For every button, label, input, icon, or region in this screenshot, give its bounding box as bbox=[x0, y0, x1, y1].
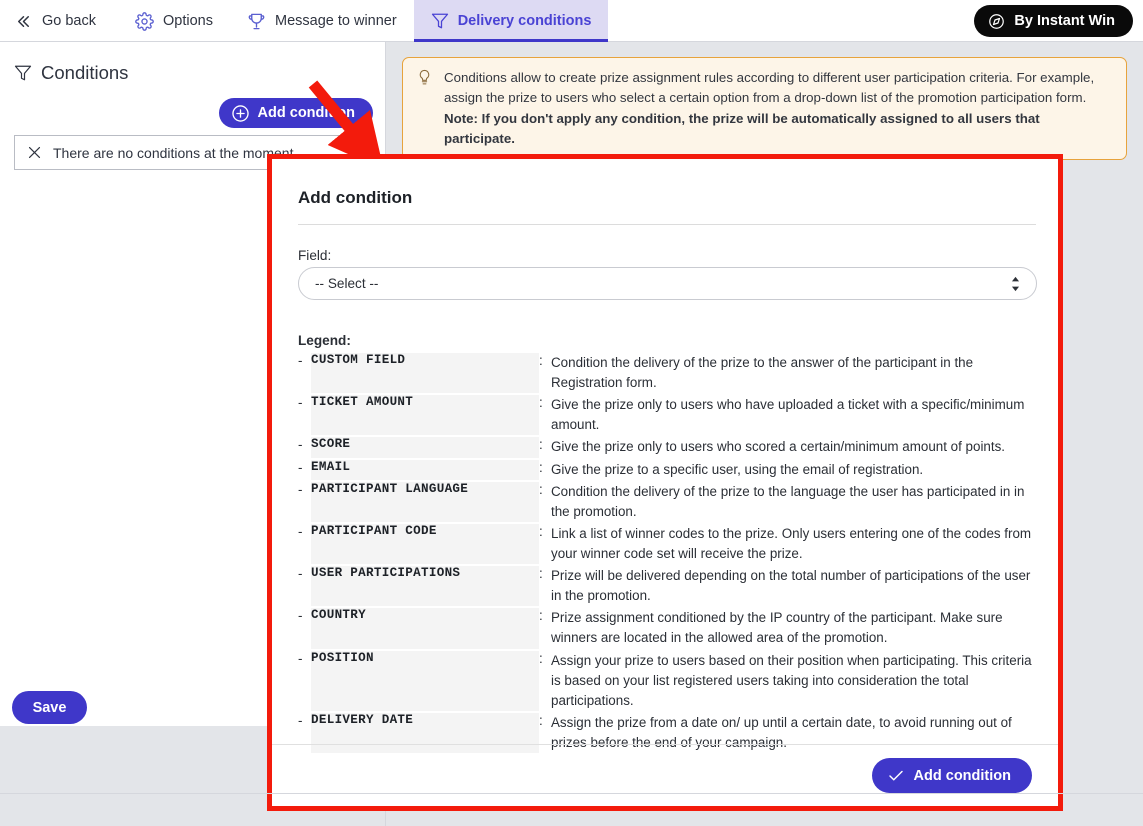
legend-term: COUNTRY bbox=[311, 608, 539, 649]
chevron-updown-icon bbox=[1011, 276, 1020, 292]
table-row: - POSITION : Assign your prize to users … bbox=[298, 650, 1038, 711]
page-bottom-divider bbox=[0, 793, 1143, 794]
legend-description: Assign your prize to users based on thei… bbox=[551, 652, 1032, 708]
legend-description: Prize assignment conditioned by the IP c… bbox=[551, 610, 1003, 646]
add-condition-button[interactable]: Add condition bbox=[218, 98, 373, 128]
close-x-icon bbox=[26, 144, 43, 161]
save-button-label: Save bbox=[32, 699, 67, 716]
info-callout-note: Note: If you don't apply any condition, … bbox=[444, 111, 1040, 146]
legend-table: - CUSTOM FIELD : Condition the delivery … bbox=[298, 351, 1038, 755]
legend-term: EMAIL bbox=[311, 459, 539, 480]
legend-description: Condition the delivery of the prize to t… bbox=[551, 483, 1025, 519]
table-row: - CUSTOM FIELD : Condition the delivery … bbox=[298, 353, 1038, 394]
table-row: - SCORE : Give the prize only to users w… bbox=[298, 437, 1038, 458]
legend-description: Assign the prize from a date on/ up unti… bbox=[551, 714, 1012, 750]
legend-colon: : bbox=[539, 650, 543, 666]
legend-colon: : bbox=[539, 353, 543, 368]
legend-dash: - bbox=[298, 608, 303, 624]
chevrons-left-icon bbox=[14, 12, 33, 31]
compass-icon bbox=[988, 13, 1005, 30]
conditions-heading: Conditions bbox=[14, 62, 128, 84]
legend-colon: : bbox=[539, 459, 543, 475]
legend-dash: - bbox=[298, 650, 303, 666]
legend-dash: - bbox=[298, 566, 303, 582]
legend-label: Legend: bbox=[298, 333, 351, 348]
legend-term: PARTICIPANT LANGUAGE bbox=[311, 481, 539, 522]
by-instant-win-label: By Instant Win bbox=[1014, 13, 1115, 29]
legend-colon: : bbox=[539, 566, 543, 582]
field-select-value: -- Select -- bbox=[315, 276, 379, 291]
legend-colon: : bbox=[539, 437, 543, 453]
trophy-icon bbox=[247, 12, 266, 31]
table-row: - USER PARTICIPATIONS : Prize will be de… bbox=[298, 566, 1038, 607]
no-conditions-text: There are no conditions at the moment. bbox=[53, 144, 298, 161]
modal-title: Add condition bbox=[298, 188, 413, 207]
legend-term: DELIVERY DATE bbox=[311, 712, 539, 754]
table-row: - COUNTRY : Prize assignment conditioned… bbox=[298, 608, 1038, 649]
legend-description: Prize will be delivered depending on the… bbox=[551, 568, 1031, 604]
legend-dash: - bbox=[298, 437, 303, 453]
gear-icon bbox=[135, 11, 154, 31]
legend-dash: - bbox=[298, 459, 303, 475]
nav-label-go-back: Go back bbox=[42, 13, 96, 29]
conditions-title: Conditions bbox=[41, 62, 129, 83]
legend-term: CUSTOM FIELD bbox=[311, 353, 539, 394]
legend-colon: : bbox=[539, 712, 543, 728]
check-icon bbox=[887, 767, 905, 785]
legend-colon: : bbox=[539, 523, 543, 539]
table-row: - PARTICIPANT LANGUAGE : Condition the d… bbox=[298, 481, 1038, 522]
legend-colon: : bbox=[539, 481, 543, 497]
table-row: - TICKET AMOUNT : Give the prize only to… bbox=[298, 395, 1038, 436]
legend-table-body: - CUSTOM FIELD : Condition the delivery … bbox=[298, 353, 1038, 754]
legend-colon: : bbox=[539, 395, 543, 411]
modal-add-condition-label: Add condition bbox=[913, 767, 1011, 784]
top-navigation-bar: Go back Options Message to winner Delive… bbox=[0, 0, 1143, 42]
modal-add-condition-button[interactable]: Add condition bbox=[871, 758, 1032, 793]
field-label: Field: bbox=[298, 248, 332, 263]
nav-item-go-back[interactable]: Go back bbox=[0, 0, 118, 42]
lightbulb-icon bbox=[416, 69, 433, 86]
legend-term: SCORE bbox=[311, 437, 539, 458]
legend-dash: - bbox=[298, 395, 303, 411]
save-button[interactable]: Save bbox=[12, 691, 87, 724]
filter-icon bbox=[431, 12, 449, 30]
legend-term: POSITION bbox=[311, 650, 539, 711]
legend-dash: - bbox=[298, 353, 303, 368]
legend-dash: - bbox=[298, 712, 303, 728]
nav-item-message-to-winner[interactable]: Message to winner bbox=[230, 0, 414, 42]
legend-dash: - bbox=[298, 523, 303, 539]
table-row: - PARTICIPANT CODE : Link a list of winn… bbox=[298, 523, 1038, 565]
legend-term: USER PARTICIPATIONS bbox=[311, 566, 539, 607]
table-row: - DELIVERY DATE : Assign the prize from … bbox=[298, 712, 1038, 754]
by-instant-win-button[interactable]: By Instant Win bbox=[974, 5, 1133, 37]
nav-label-message-to-winner: Message to winner bbox=[274, 13, 397, 29]
info-callout-paragraph: Conditions allow to create prize assignm… bbox=[444, 70, 1095, 105]
nav-label-delivery-conditions: Delivery conditions bbox=[457, 13, 592, 29]
add-condition-modal: Add condition Field: -- Select -- Legend… bbox=[267, 154, 1063, 811]
table-row: - EMAIL : Give the prize to a specific u… bbox=[298, 459, 1038, 480]
modal-divider bbox=[298, 224, 1036, 225]
field-select[interactable]: -- Select -- bbox=[298, 267, 1037, 300]
nav-label-options: Options bbox=[163, 13, 213, 29]
legend-dash: - bbox=[298, 481, 303, 497]
info-callout: Conditions allow to create prize assignm… bbox=[402, 57, 1127, 161]
legend-term: TICKET AMOUNT bbox=[311, 395, 539, 436]
legend-description: Condition the delivery of the prize to t… bbox=[551, 355, 974, 391]
nav-item-options[interactable]: Options bbox=[118, 0, 230, 42]
legend-description: Give the prize only to users who have up… bbox=[551, 397, 1025, 433]
legend-description: Give the prize only to users who scored … bbox=[551, 439, 1006, 455]
legend-description: Give the prize to a specific user, using… bbox=[551, 461, 924, 477]
modal-footer-divider bbox=[272, 744, 1058, 745]
legend-colon: : bbox=[539, 608, 543, 624]
plus-circle-icon bbox=[231, 104, 250, 123]
nav-item-delivery-conditions[interactable]: Delivery conditions bbox=[413, 0, 609, 42]
legend-term: PARTICIPANT CODE bbox=[311, 523, 539, 565]
add-condition-button-label: Add condition bbox=[257, 105, 355, 121]
filter-icon bbox=[14, 64, 32, 82]
legend-description: Link a list of winner codes to the prize… bbox=[551, 525, 1032, 561]
